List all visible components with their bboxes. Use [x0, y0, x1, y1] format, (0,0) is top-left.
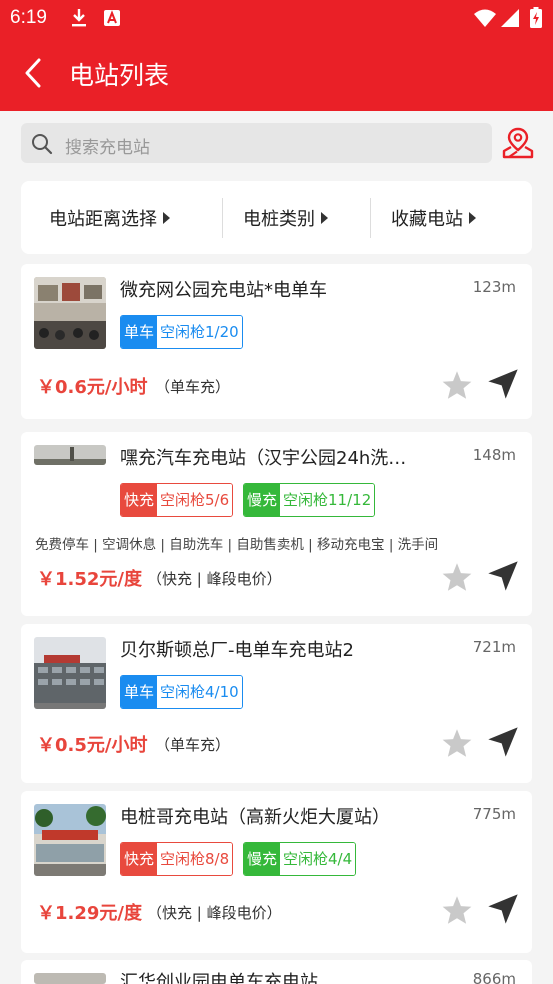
charger-tag: 单车 空闲枪4/10	[120, 675, 243, 709]
station-name: 微充网公园充电站*电单车	[120, 280, 327, 301]
station-name: 贝尔斯顿总厂-电单车充电站2	[120, 640, 354, 661]
tag-type: 快充	[121, 484, 158, 516]
station-name: 电桩哥充电站（高新火炬大厦站）	[120, 807, 390, 828]
filter-bar: 电站距离选择 电桩类别 收藏电站	[21, 181, 532, 254]
tag-value: 空闲枪8/8	[157, 843, 233, 875]
price-note: （单车充）	[155, 736, 231, 754]
divider	[370, 198, 371, 238]
filter-pile-type[interactable]: 电桩类别	[243, 181, 328, 254]
station-photo	[34, 277, 106, 349]
charger-tag: 快充 空闲枪8/8	[120, 842, 234, 876]
tag-value: 空闲枪5/6	[157, 484, 233, 516]
app-notification-icon	[104, 10, 120, 26]
divider	[222, 198, 223, 238]
station-distance: 148m	[472, 446, 516, 464]
station-photo	[34, 804, 106, 876]
map-location-icon[interactable]	[502, 127, 534, 159]
station-distance: 123m	[472, 278, 516, 296]
favorite-star-icon[interactable]	[441, 562, 473, 592]
signal-icon	[501, 9, 519, 27]
station-card[interactable]: 贝尔斯顿总厂-电单车充电站2 721m 单车 空闲枪4/10 ￥0.5元/小时 （…	[21, 624, 532, 783]
filter-distance[interactable]: 电站距离选择	[49, 181, 170, 254]
charger-tag: 快充 空闲枪5/6	[120, 483, 234, 517]
charger-tag: 慢充 空闲枪4/4	[243, 842, 357, 876]
station-card[interactable]: 电桩哥充电站（高新火炬大厦站） 775m 快充 空闲枪8/8 慢充 空闲枪4/4 ￥…	[21, 791, 532, 953]
station-card[interactable]: 微充网公园充电站*电单车 123m 单车 空闲枪1/20 ￥0.6元/小时 （单车…	[21, 264, 532, 419]
filter-pile-type-label: 电桩类别	[243, 208, 315, 230]
charger-tag: 单车 空闲枪1/20	[120, 315, 243, 349]
station-price: ￥0.5元/小时	[37, 735, 148, 756]
station-photo	[34, 973, 106, 984]
page-title: 电站列表	[69, 61, 170, 90]
navigate-icon[interactable]	[487, 726, 519, 758]
station-price: ￥1.52元/度	[37, 569, 142, 590]
navigate-icon[interactable]	[487, 368, 519, 400]
favorite-star-icon[interactable]	[441, 370, 473, 400]
tag-type: 慢充	[244, 484, 281, 516]
filter-favorites[interactable]: 收藏电站	[391, 181, 476, 254]
search-input[interactable]: 搜索充电站	[21, 123, 492, 163]
search-placeholder: 搜索充电站	[65, 138, 150, 158]
favorite-star-icon[interactable]	[441, 728, 473, 758]
station-distance: 721m	[472, 638, 516, 656]
charger-tag: 慢充 空闲枪11/12	[243, 483, 376, 517]
price-note: （快充 | 峰段电价）	[147, 570, 282, 588]
status-time: 6:19	[10, 7, 47, 28]
station-price: ￥1.29元/度	[37, 903, 142, 924]
station-card[interactable]: 嘿充汽车充电站（汉宇公园24h洗… 148m 快充 空闲枪5/6 慢充 空闲枪11/…	[21, 432, 532, 616]
search-row: 搜索充电站	[0, 111, 553, 173]
download-icon	[72, 9, 86, 27]
station-photo	[34, 445, 106, 465]
triangle-right-icon	[469, 211, 476, 224]
station-photo	[34, 637, 106, 709]
station-distance: 866m	[472, 970, 516, 984]
station-name: 汇华创业园电单车充电站	[120, 972, 318, 984]
status-bar: 6:19	[0, 0, 553, 36]
navigate-icon[interactable]	[487, 893, 519, 925]
tag-type: 单车	[121, 316, 158, 348]
station-price: ￥0.6元/小时	[37, 377, 148, 398]
tag-value: 空闲枪4/10	[157, 676, 242, 708]
wifi-icon	[474, 9, 496, 27]
tag-value: 空闲枪11/12	[280, 484, 375, 516]
battery-icon	[530, 7, 542, 28]
filter-favorites-label: 收藏电站	[391, 208, 463, 230]
app-bar: 电站列表	[0, 36, 553, 111]
triangle-right-icon	[321, 211, 328, 224]
station-card[interactable]: 汇华创业园电单车充电站 866m	[21, 960, 532, 984]
price-note: （快充 | 峰段电价）	[147, 904, 282, 922]
search-icon	[32, 134, 53, 155]
tag-type: 单车	[121, 676, 158, 708]
back-arrow-icon[interactable]	[22, 58, 46, 88]
price-note: （单车充）	[155, 378, 231, 396]
triangle-right-icon	[163, 211, 170, 224]
tag-value: 空闲枪1/20	[157, 316, 242, 348]
navigate-icon[interactable]	[487, 560, 519, 592]
favorite-star-icon[interactable]	[441, 895, 473, 925]
station-distance: 775m	[472, 805, 516, 823]
tag-type: 快充	[121, 843, 158, 875]
filter-distance-label: 电站距离选择	[49, 208, 157, 230]
tag-value: 空闲枪4/4	[280, 843, 356, 875]
station-name: 嘿充汽车充电站（汉宇公园24h洗…	[120, 448, 407, 469]
station-amenities: 免费停车 | 空调休息 | 自助洗车 | 自助售卖机 | 移动充电宝 | 洗手间	[35, 537, 439, 553]
tag-type: 慢充	[244, 843, 281, 875]
